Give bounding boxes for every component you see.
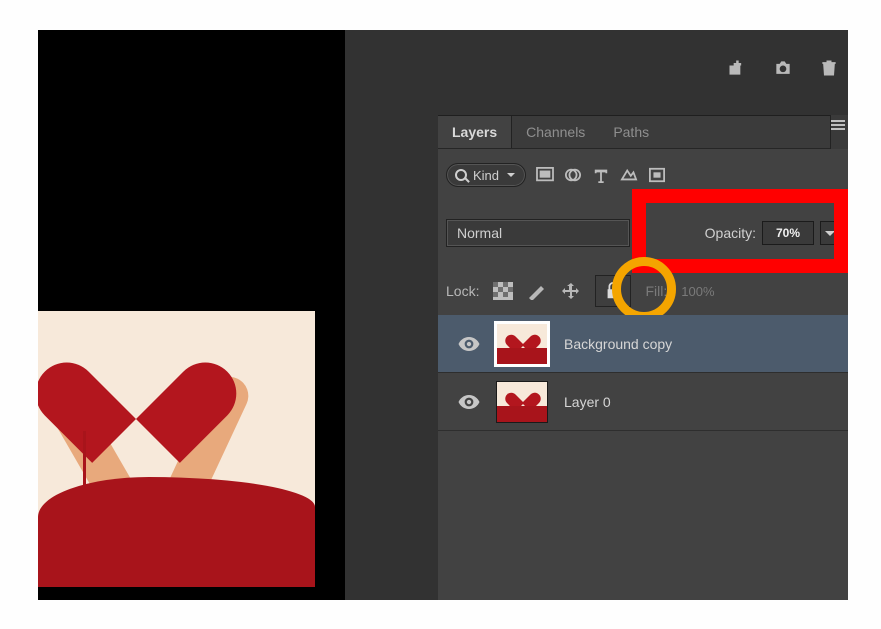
illustration-wave [38,477,315,587]
filter-type-icon[interactable] [592,167,610,183]
lock-transparency-icon[interactable] [493,282,513,300]
fill-value[interactable]: 100% [681,284,714,299]
camera-icon[interactable] [772,58,794,78]
filter-shape-icon[interactable] [620,167,638,183]
visibility-toggle-icon[interactable] [458,337,480,351]
layer-thumbnail[interactable] [496,381,548,423]
chevron-down-icon [507,173,515,177]
new-group-icon[interactable] [726,58,748,78]
layers-list: Background copy Layer 0 [438,315,848,600]
layer-thumbnail[interactable] [496,323,548,365]
illustration-heart [78,321,198,431]
tab-paths[interactable]: Paths [599,116,663,148]
opacity-value-field[interactable]: 70% [762,221,814,245]
layers-panel: Kind Normal Opacity: 70% Lock: [438,149,848,600]
panel-tab-bar: Layers Channels Paths [438,115,848,149]
opacity-dropdown-button[interactable] [820,221,840,245]
lock-pixels-icon[interactable] [527,282,547,300]
canvas-preview [38,311,315,587]
chevron-down-icon [825,231,835,236]
lock-icon [605,282,621,300]
lock-row: Lock: Fill: 100% [446,273,840,309]
tab-layers[interactable]: Layers [438,116,512,148]
blend-mode-value: Normal [457,225,502,241]
trash-icon[interactable] [818,58,840,78]
fill-label[interactable]: Fill: [645,283,667,299]
layer-row[interactable]: Background copy [438,315,848,373]
panel-shortcut-bar [726,58,840,78]
filter-adjustment-icon[interactable] [564,167,582,183]
lock-position-icon[interactable] [561,282,581,300]
opacity-label[interactable]: Opacity: [705,225,756,241]
search-icon [455,169,467,181]
filter-kind-label: Kind [473,168,499,183]
layer-name-label[interactable]: Layer 0 [564,394,611,410]
lock-all-button[interactable] [595,275,631,307]
filter-pixel-icon[interactable] [536,167,554,183]
layer-filter-row: Kind [446,163,840,187]
layer-name-label[interactable]: Background copy [564,336,672,352]
blend-opacity-row: Normal Opacity: 70% [446,217,840,249]
filter-smartobject-icon[interactable] [648,167,666,183]
tab-channels[interactable]: Channels [512,116,599,148]
visibility-toggle-icon[interactable] [458,395,480,409]
opacity-control: Opacity: 70% [705,221,840,245]
panel-dock: Layers Channels Paths Kind Normal Opaci [345,30,848,600]
layer-row[interactable]: Layer 0 [438,373,848,431]
lock-label: Lock: [446,283,479,299]
blend-mode-dropdown[interactable]: Normal [446,219,630,247]
panel-menu-icon[interactable] [831,120,845,132]
filter-kind-dropdown[interactable]: Kind [446,163,526,187]
